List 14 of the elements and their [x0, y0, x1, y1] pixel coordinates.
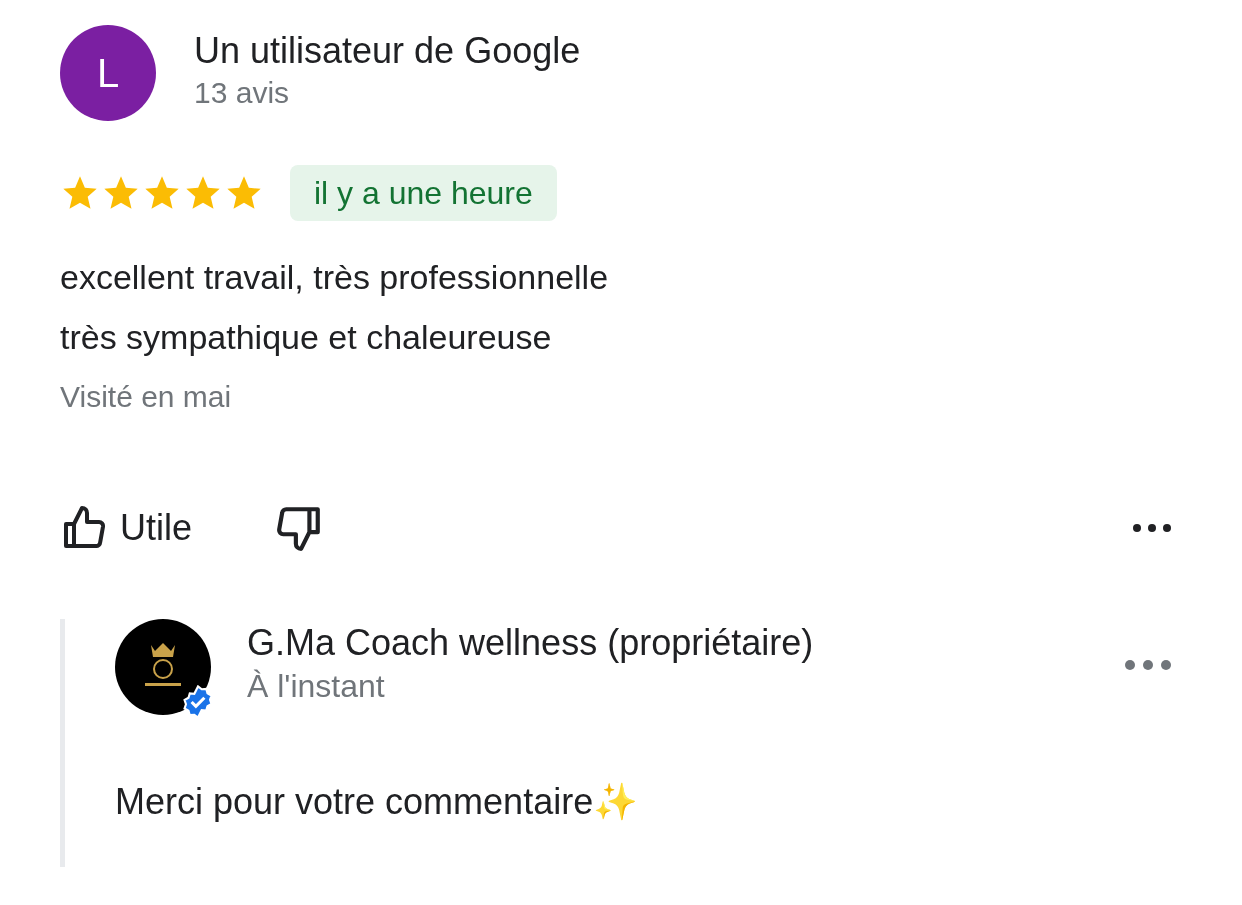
- author-name[interactable]: Un utilisateur de Google: [194, 29, 581, 73]
- review-count: 13 avis: [194, 75, 291, 111]
- review-text: très sympathique et chaleureuse: [60, 317, 553, 358]
- avatar: L: [60, 25, 156, 121]
- owner-name[interactable]: G.Ma Coach wellness (propriétaire): [247, 621, 814, 665]
- more-icon: [1124, 659, 1172, 671]
- visit-date: Visité en mai: [60, 379, 233, 415]
- review-text: excellent travail, très professionnelle: [60, 257, 610, 298]
- reply-time: À l'instant: [247, 667, 386, 706]
- more-icon: [1132, 523, 1172, 533]
- reply-text: Merci pour votre commentaire✨: [115, 780, 640, 824]
- more-options-button[interactable]: [1132, 523, 1172, 533]
- helpful-button[interactable]: Utile: [60, 501, 193, 555]
- time-badge: il y a une heure: [290, 165, 557, 221]
